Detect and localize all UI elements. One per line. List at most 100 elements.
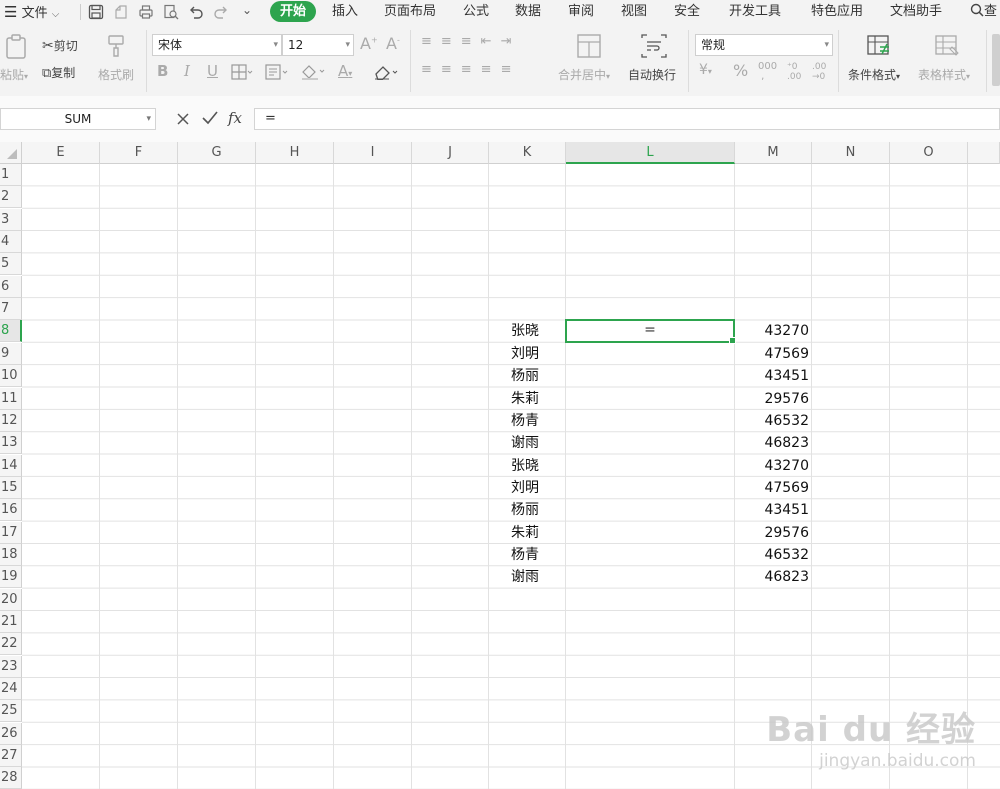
cut-button[interactable]: ✂剪切 [42,37,78,54]
row-header-6[interactable]: 6 [0,275,22,298]
cell-value[interactable]: 46532 [735,410,812,432]
tab-review[interactable]: 审阅 [568,0,594,24]
row-header-1[interactable]: 1 [0,164,22,186]
column-header-j[interactable]: J [412,142,489,164]
confirm-icon[interactable] [202,111,218,125]
tab-security[interactable]: 安全 [674,0,700,24]
row-header-21[interactable]: 21 [0,611,22,633]
row-header-13[interactable]: 13 [0,432,22,455]
decrease-font-icon[interactable]: A- [386,34,400,53]
row-header-20[interactable]: 20 [0,588,22,611]
cell-name[interactable]: 杨丽 [511,365,566,387]
merge-center-button[interactable]: 合并居中▾ [558,66,610,83]
italic-icon[interactable]: I [184,62,190,80]
decrease-decimal-icon[interactable]: .00 →0 [812,62,826,82]
underline-icon[interactable]: U [207,62,218,80]
column-header-e[interactable]: E [22,142,100,164]
cell-value[interactable]: 43270 [735,320,812,342]
copy-button[interactable]: ⧉复制 [42,64,75,81]
cell-value[interactable]: 47569 [735,343,812,365]
row-header-8[interactable]: 8 [0,320,22,343]
merge-center-icon[interactable] [576,33,602,59]
row-header-17[interactable]: 17 [0,521,22,544]
currency-icon[interactable]: ¥▾ [699,62,712,78]
row-header-27[interactable]: 27 [0,745,22,768]
paste-button[interactable]: 粘贴▾ [0,66,28,83]
column-header-h[interactable]: H [256,142,334,164]
cell-value[interactable]: 46823 [735,432,812,454]
table-style-icon[interactable] [934,33,962,59]
percent-icon[interactable]: % [733,61,748,80]
paste-icon[interactable] [4,34,28,60]
row-header-12[interactable]: 12 [0,409,22,432]
customize-qat-icon[interactable]: ⌄ [242,3,252,17]
cell-value[interactable]: 43451 [735,365,812,387]
print-preview-icon[interactable] [163,4,179,20]
cell-name[interactable]: 杨青 [511,544,566,566]
format-painter-button[interactable]: 格式刷 [98,66,134,83]
file-menu[interactable]: ☰ 文件 ⌵ [4,0,59,24]
cell-name[interactable]: 谢雨 [511,566,566,588]
export-icon[interactable] [113,4,129,20]
row-header-5[interactable]: 5 [0,253,22,276]
tab-developer[interactable]: 开发工具 [729,0,781,24]
row-header-19[interactable]: 19 [0,566,22,589]
row-header-25[interactable]: 25 [0,700,22,723]
wrap-text-button[interactable]: 自动换行 [628,66,676,83]
row-header-28[interactable]: 28 [0,767,22,789]
conditional-format-button[interactable]: 条件格式▾ [848,66,900,83]
cell-value[interactable]: 29576 [735,388,812,410]
row-header-15[interactable]: 15 [0,476,22,499]
name-box[interactable]: SUM ▾ [0,108,156,130]
column-header-i[interactable]: I [334,142,412,164]
tab-page-layout[interactable]: 页面布局 [384,0,436,24]
tab-doc-assistant[interactable]: 文档助手 [890,0,942,24]
select-all-corner[interactable] [0,142,22,164]
fill-handle[interactable] [729,336,736,344]
column-header-partial[interactable] [968,142,1000,164]
horizontal-align-icons[interactable]: ≡≡≡≡≡ [421,62,520,77]
tab-special-apps[interactable]: 特色应用 [811,0,863,24]
cell-name[interactable]: 刘明 [511,477,566,499]
cell-name[interactable]: 张晓 [511,455,566,477]
cell-value[interactable]: 46823 [735,566,812,588]
tab-data[interactable]: 数据 [515,0,541,24]
ribbon-overflow[interactable] [992,34,1000,86]
cell-name[interactable]: 刘明 [511,343,566,365]
row-header-14[interactable]: 14 [0,454,22,477]
cell-name[interactable]: 杨青 [511,410,566,432]
font-name-select[interactable]: 宋体 ▾ [152,34,282,56]
column-header-g[interactable]: G [178,142,256,164]
number-format-select[interactable]: 常规 ▾ [695,34,833,56]
format-painter-icon[interactable] [106,34,128,58]
cancel-icon[interactable] [176,112,190,126]
increase-font-icon[interactable]: A+ [360,34,378,53]
row-header-23[interactable]: 23 [0,655,22,678]
row-header-3[interactable]: 3 [0,208,22,231]
redo-icon[interactable] [213,4,229,20]
column-header-m[interactable]: M [735,142,812,164]
cell-name[interactable]: 杨丽 [511,499,566,521]
row-header-9[interactable]: 9 [0,342,22,365]
thousands-icon[interactable]: 000 , [758,62,777,82]
row-header-26[interactable]: 26 [0,722,22,745]
cell-value[interactable]: 43270 [735,455,812,477]
fill-color-icon[interactable] [300,63,326,81]
vertical-align-icons[interactable]: ≡≡≡⇤⇥ [421,34,520,49]
cell-name[interactable]: 张晓 [511,320,566,342]
row-header-2[interactable]: 2 [0,186,22,209]
save-icon[interactable] [88,4,104,20]
cell-value[interactable]: 47569 [735,477,812,499]
cell-style-icon[interactable] [265,64,289,80]
increase-decimal-icon[interactable]: ⁺0.00 [787,62,801,82]
table-style-button[interactable]: 表格样式▾ [918,66,970,83]
bold-icon[interactable]: B [157,62,168,80]
column-header-f[interactable]: F [100,142,178,164]
tab-insert[interactable]: 插入 [332,0,358,24]
search-button[interactable]: 查 [970,0,997,24]
print-icon[interactable] [138,4,154,20]
column-header-n[interactable]: N [812,142,890,164]
formula-input[interactable]: = [254,108,1000,130]
row-header-10[interactable]: 10 [0,365,22,388]
cell-value[interactable]: 46532 [735,544,812,566]
